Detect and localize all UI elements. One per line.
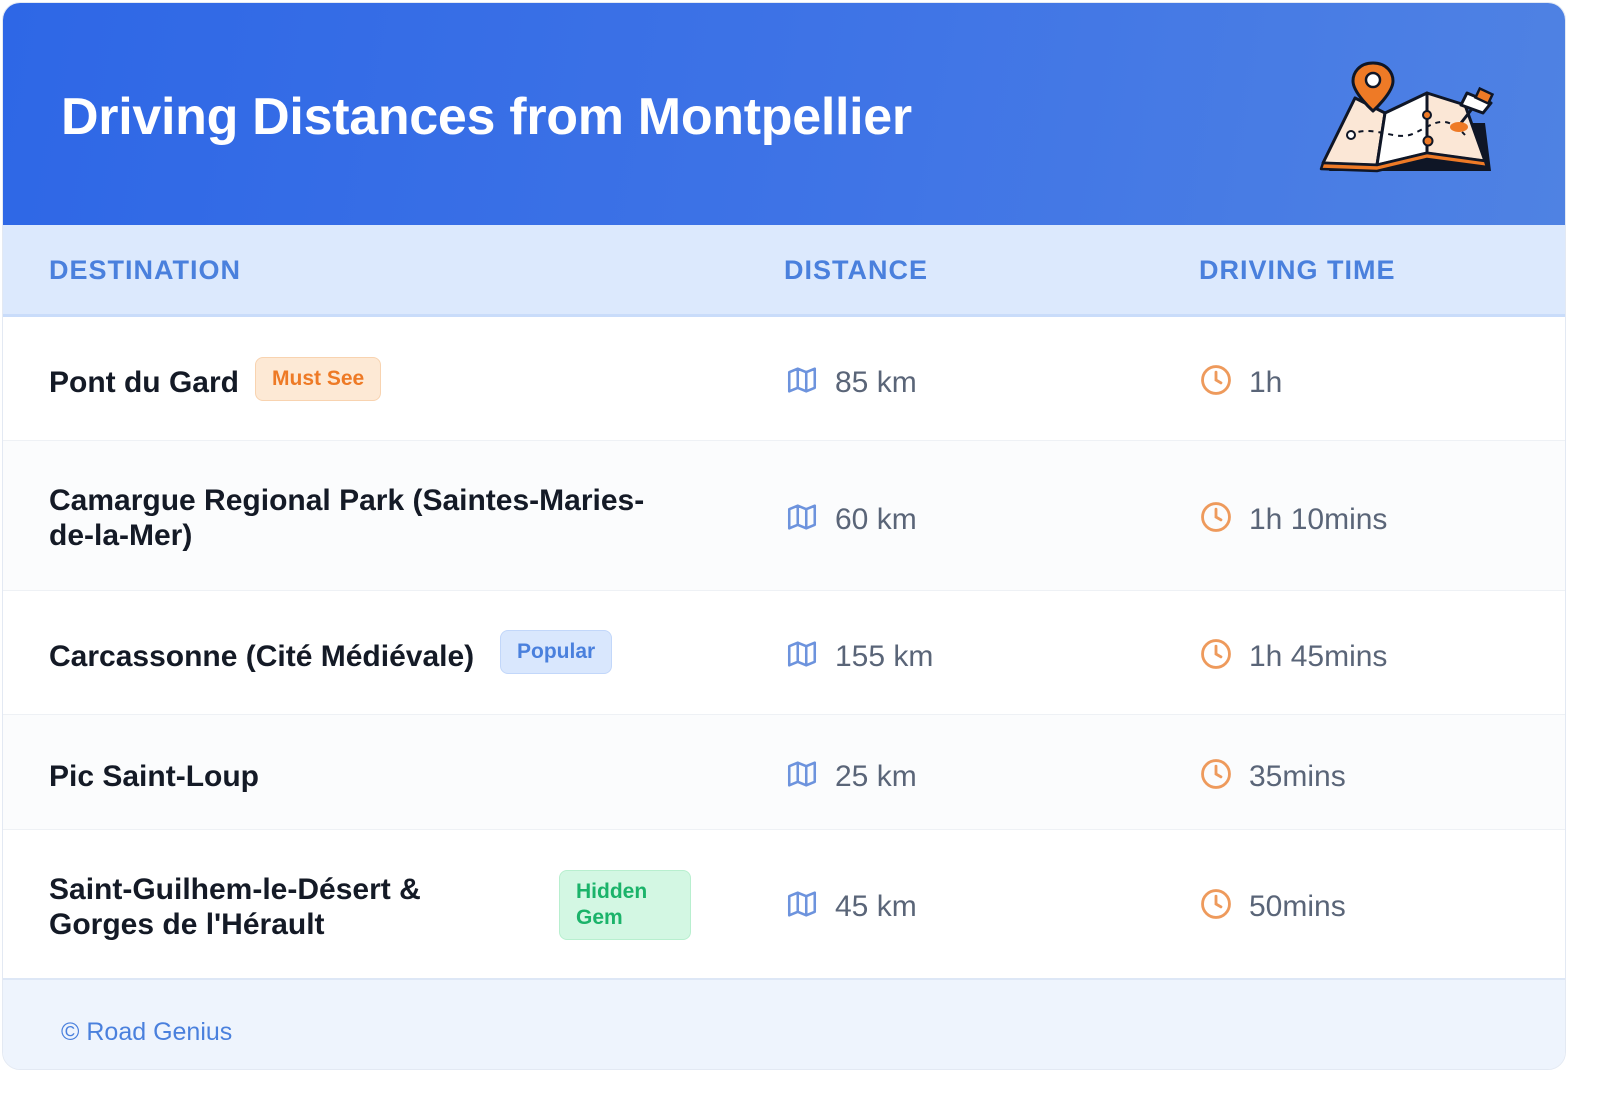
map-icon bbox=[787, 367, 817, 393]
table-row: Pont du Gard Must See 85 km 1h bbox=[3, 317, 1565, 441]
destination-name: Camargue Regional Park (Saintes-Maries-d… bbox=[49, 484, 645, 552]
driving-time-value: 35mins bbox=[1249, 760, 1346, 793]
driving-time-value: 1h 10mins bbox=[1249, 503, 1388, 536]
badge-must-see: Must See bbox=[255, 357, 382, 401]
card-header: Driving Distances from Montpellier bbox=[3, 3, 1565, 225]
table-row: Carcassonne (Cité Médiévale) Popular 155… bbox=[3, 591, 1565, 715]
copyright-link[interactable]: © Road Genius bbox=[61, 1018, 232, 1047]
table-header: DESTINATION DISTANCE DRIVING TIME bbox=[3, 225, 1565, 317]
clock-icon bbox=[1201, 502, 1231, 532]
column-header-distance[interactable]: DISTANCE bbox=[784, 255, 928, 286]
column-header-driving-time[interactable]: DRIVING TIME bbox=[1199, 255, 1396, 286]
distance-value: 85 km bbox=[835, 366, 917, 399]
distance-value: 155 km bbox=[835, 640, 934, 673]
map-icon bbox=[787, 891, 817, 917]
table-row: Camargue Regional Park (Saintes-Maries-d… bbox=[3, 441, 1565, 591]
clock-icon bbox=[1201, 365, 1231, 395]
distance-value: 45 km bbox=[835, 890, 917, 923]
distance-value: 25 km bbox=[835, 760, 917, 793]
destination-name: Pic Saint-Loup bbox=[49, 760, 259, 793]
map-icon bbox=[787, 761, 817, 787]
column-header-destination[interactable]: DESTINATION bbox=[49, 255, 241, 286]
destination-name: Carcassonne (Cité Médiévale) bbox=[49, 640, 475, 673]
distance-value: 60 km bbox=[835, 503, 917, 536]
clock-icon bbox=[1201, 889, 1231, 919]
table-row: Saint-Guilhem-le-Désert & Gorges de l'Hé… bbox=[3, 830, 1565, 978]
map-icon bbox=[787, 641, 817, 667]
badge-popular: Popular bbox=[500, 630, 613, 674]
driving-time-value: 50mins bbox=[1249, 890, 1346, 923]
card-footer: © Road Genius bbox=[3, 978, 1565, 1069]
destination-name: Pont du Gard bbox=[49, 366, 239, 399]
table-row: Pic Saint-Loup 25 km 35mins bbox=[3, 715, 1565, 830]
driving-time-value: 1h bbox=[1249, 366, 1283, 399]
driving-time-value: 1h 45mins bbox=[1249, 640, 1388, 673]
badge-hidden-gem: Hidden Gem bbox=[559, 870, 691, 940]
clock-icon bbox=[1201, 759, 1231, 789]
distance-card: Driving Distances from Montpellier DESTI… bbox=[2, 2, 1566, 1070]
folded-map-with-pins-icon bbox=[1319, 61, 1495, 173]
clock-icon bbox=[1201, 639, 1231, 669]
map-icon bbox=[787, 504, 817, 530]
page-title: Driving Distances from Montpellier bbox=[61, 88, 912, 146]
destination-name: Saint-Guilhem-le-Désert & Gorges de l'Hé… bbox=[49, 873, 421, 941]
